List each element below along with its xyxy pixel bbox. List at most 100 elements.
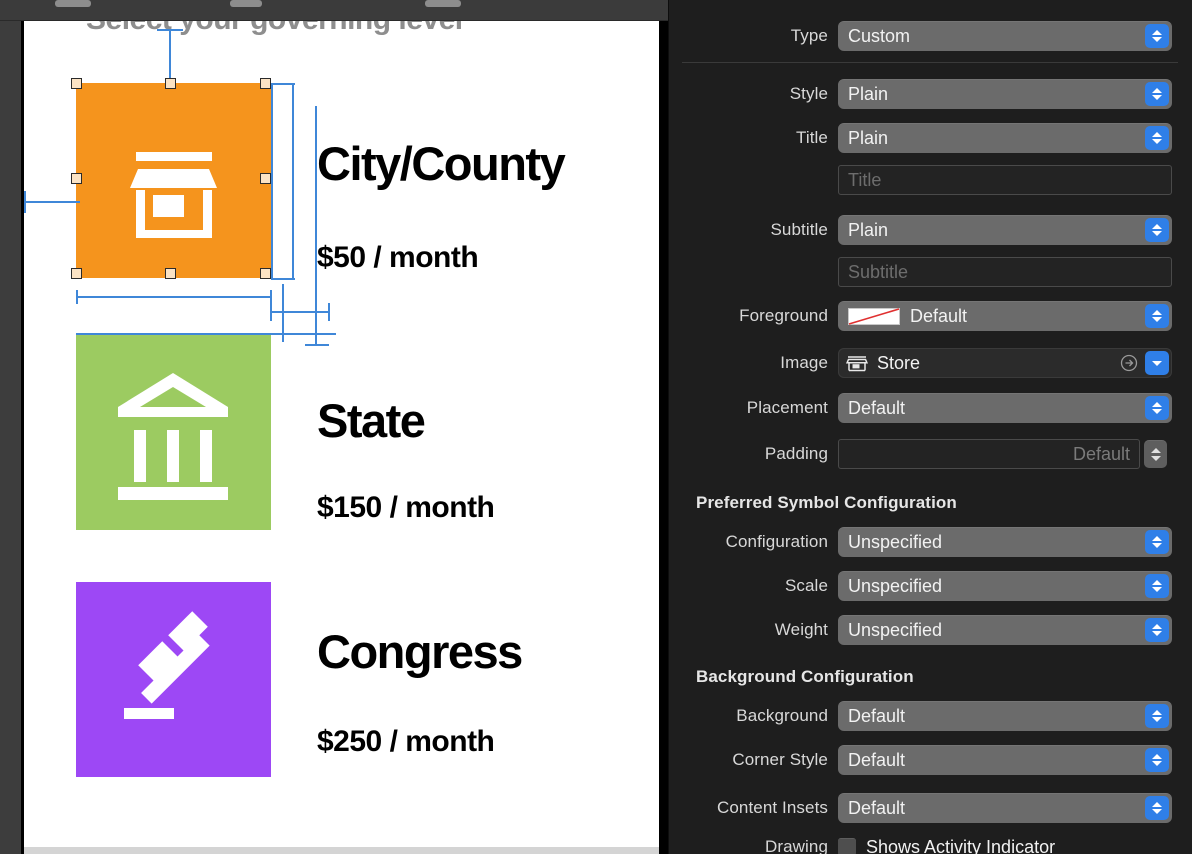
padding-stepper[interactable] — [1144, 440, 1167, 468]
field-subtitle-text[interactable]: Subtitle — [838, 257, 1172, 287]
popup-content-insets-value: Default — [848, 797, 906, 818]
popup-corner-style[interactable]: Default — [838, 745, 1172, 775]
chevron-updown-icon[interactable] — [1145, 704, 1169, 728]
popup-background[interactable]: Default — [838, 701, 1172, 731]
field-style[interactable]: Plain — [838, 79, 1172, 109]
canvas-right-edge — [659, 21, 668, 854]
field-placement[interactable]: Default — [838, 393, 1172, 423]
popup-subtitle[interactable]: Plain — [838, 215, 1172, 245]
field-corner-style[interactable]: Default — [838, 745, 1172, 775]
attributes-inspector[interactable]: Type Custom Style Plain Title Plain Titl… — [668, 0, 1192, 854]
popup-scale[interactable]: Unspecified — [838, 571, 1172, 601]
chevron-updown-icon[interactable] — [1145, 574, 1169, 598]
toolbar-tab-2[interactable] — [230, 0, 262, 7]
label-subtitle: Subtitle — [770, 220, 828, 239]
label-drawing: Drawing — [764, 837, 828, 854]
label-placement: Placement — [746, 398, 828, 417]
constraint-line-top[interactable] — [169, 29, 171, 85]
inspector-row-title[interactable]: Title Plain — [668, 123, 1192, 153]
title-input-placeholder: Title — [848, 169, 882, 190]
chevron-updown-icon[interactable] — [1145, 24, 1169, 48]
inspector-row-configuration[interactable]: Configuration Unspecified — [668, 527, 1192, 557]
field-type[interactable]: Custom — [838, 21, 1172, 51]
chevron-updown-icon[interactable] — [1145, 218, 1169, 242]
field-foreground[interactable]: Default — [838, 301, 1172, 331]
popup-placement[interactable]: Default — [838, 393, 1172, 423]
field-image[interactable]: Store — [838, 348, 1172, 378]
chevron-updown-icon[interactable] — [1145, 396, 1169, 420]
field-configuration[interactable]: Unspecified — [838, 527, 1172, 557]
popup-content-insets[interactable]: Default — [838, 793, 1172, 823]
inspector-row-type[interactable]: Type Custom — [668, 21, 1192, 51]
interface-builder-canvas[interactable]: Select your governing level City/County … — [24, 21, 667, 847]
field-padding[interactable]: Default — [838, 439, 1167, 469]
field-title-text[interactable]: Title — [838, 165, 1172, 195]
field-subtitle-style[interactable]: Plain — [838, 215, 1172, 245]
popup-corner-style-value: Default — [848, 749, 906, 770]
popup-style[interactable]: Plain — [838, 79, 1172, 109]
shows-activity-indicator-checkbox[interactable] — [838, 838, 856, 854]
chevron-updown-icon[interactable] — [1145, 796, 1169, 820]
tile-city-county[interactable] — [76, 83, 271, 278]
constraint-line-bottom-a[interactable] — [76, 296, 272, 298]
chevron-updown-icon[interactable] — [1145, 748, 1169, 772]
field-background[interactable]: Default — [838, 701, 1172, 731]
constraint-line-vert-short[interactable] — [282, 284, 284, 342]
canvas-bottom-bar — [24, 847, 667, 854]
inspector-row-style[interactable]: Style Plain — [668, 79, 1192, 109]
field-title-style[interactable]: Plain — [838, 123, 1172, 153]
field-content-insets[interactable]: Default — [838, 793, 1172, 823]
chevron-updown-icon[interactable] — [1145, 126, 1169, 150]
row-price-city-county: $50 / month — [317, 241, 479, 274]
chevron-down-icon[interactable] — [1145, 351, 1169, 375]
field-weight[interactable]: Unspecified — [838, 615, 1172, 645]
editor-left-gutter — [0, 21, 21, 854]
chevron-updown-icon[interactable] — [1145, 304, 1169, 328]
label-background: Background — [736, 706, 828, 725]
field-scale[interactable]: Unspecified — [838, 571, 1172, 601]
inspector-row-image[interactable]: Image Store — [668, 348, 1192, 378]
tile-state[interactable] — [76, 335, 271, 530]
inspector-row-background[interactable]: Background Default — [668, 701, 1192, 731]
chevron-updown-icon[interactable] — [1145, 618, 1169, 642]
section-header-background-configuration: Background Configuration — [696, 667, 914, 686]
inspector-row-foreground[interactable]: Foreground Default — [668, 301, 1192, 331]
constraint-line-right-inner[interactable] — [271, 83, 273, 279]
inspector-row-placement[interactable]: Placement Default — [668, 393, 1192, 423]
inspector-row-scale[interactable]: Scale Unspecified — [668, 571, 1192, 601]
padding-input[interactable]: Default — [838, 439, 1140, 469]
tile-congress[interactable] — [76, 582, 271, 777]
chevron-updown-icon[interactable] — [1145, 530, 1169, 554]
popup-foreground[interactable]: Default — [838, 301, 1172, 331]
inspector-row-corner-style[interactable]: Corner Style Default — [668, 745, 1192, 775]
inspector-row-content-insets[interactable]: Content Insets Default — [668, 793, 1192, 823]
inspector-row-title-text[interactable]: Title — [668, 165, 1192, 195]
jump-to-icon[interactable] — [1120, 354, 1138, 372]
constraint-line-left[interactable] — [24, 201, 80, 203]
label-image: Image — [780, 353, 828, 372]
constraint-line-right-outer[interactable] — [292, 83, 294, 279]
toolbar-tab-1[interactable] — [55, 0, 91, 7]
popup-background-value: Default — [848, 705, 906, 726]
popup-type[interactable]: Custom — [838, 21, 1172, 51]
constraint-line-bottom-b[interactable] — [270, 311, 330, 313]
toolbar-tab-3[interactable] — [425, 0, 461, 7]
inspector-row-subtitle-text[interactable]: Subtitle — [668, 257, 1192, 287]
title-input[interactable]: Title — [838, 165, 1172, 195]
popup-placement-value: Default — [848, 397, 906, 418]
label-style: Style — [789, 84, 828, 103]
inspector-row-weight[interactable]: Weight Unspecified — [668, 615, 1192, 645]
row-title-congress: Congress — [317, 625, 523, 678]
subtitle-input[interactable]: Subtitle — [838, 257, 1172, 287]
inspector-row-padding[interactable]: Padding Default — [668, 439, 1192, 469]
popup-weight[interactable]: Unspecified — [838, 615, 1172, 645]
popup-configuration[interactable]: Unspecified — [838, 527, 1172, 557]
image-combobox[interactable]: Store — [838, 348, 1172, 378]
chevron-updown-icon[interactable] — [1145, 82, 1169, 106]
popup-title[interactable]: Plain — [838, 123, 1172, 153]
constraint-cap-bottom-a1 — [76, 290, 78, 304]
field-drawing[interactable]: Shows Activity Indicator — [838, 832, 1055, 854]
inspector-row-subtitle[interactable]: Subtitle Plain — [668, 215, 1192, 245]
inspector-row-drawing[interactable]: Drawing Shows Activity Indicator — [668, 832, 1192, 854]
section-header-preferred-symbol-configuration: Preferred Symbol Configuration — [696, 493, 957, 512]
